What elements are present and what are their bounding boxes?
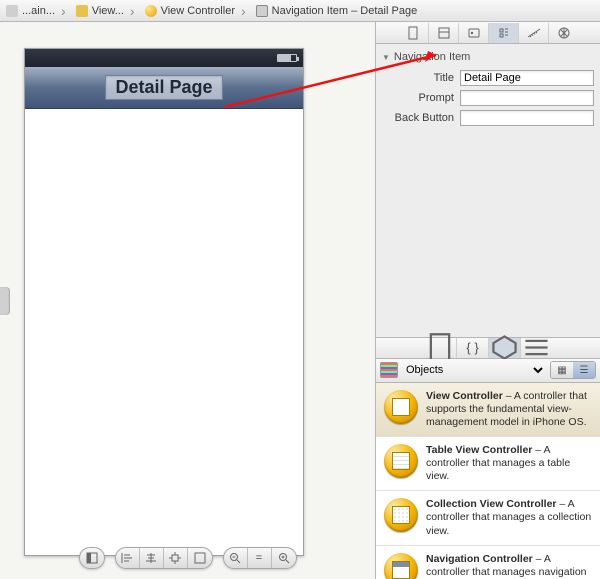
title-label: Title xyxy=(382,72,454,84)
zoom-actual-button[interactable]: = xyxy=(248,548,272,568)
zoom-out-button[interactable] xyxy=(224,548,248,568)
ib-canvas[interactable]: = xyxy=(0,22,376,579)
attributes-inspector-tab[interactable] xyxy=(488,23,518,43)
library-palette-icon xyxy=(380,362,398,378)
library-item-navigation-controller[interactable]: Navigation Controller – A controller tha… xyxy=(376,546,600,579)
navigation-bar[interactable] xyxy=(25,67,303,109)
prompt-label: Prompt xyxy=(382,92,454,104)
media-library-tab[interactable] xyxy=(520,338,552,358)
scene-icon xyxy=(76,5,88,17)
breadcrumb-label: Navigation Item – Detail Page xyxy=(272,5,418,17)
attributes-inspector: Navigation Item Title Prompt Back Button xyxy=(376,44,600,140)
file-template-library-tab[interactable] xyxy=(424,338,456,358)
viewcontroller-icon xyxy=(145,5,157,17)
library-grid-view-button[interactable]: ▦ xyxy=(551,362,573,378)
inspector-tab-bar xyxy=(376,22,600,44)
breadcrumb-label: ...ain... xyxy=(22,5,55,17)
library-item-title: Collection View Controller xyxy=(426,498,557,510)
battery-icon xyxy=(277,54,297,62)
navigation-title-field[interactable] xyxy=(105,75,223,100)
align-center-button[interactable] xyxy=(140,548,164,568)
breadcrumb-seg-vc[interactable]: View Controller xyxy=(139,0,250,21)
connections-inspector-tab[interactable] xyxy=(548,23,578,43)
quick-help-tab[interactable] xyxy=(428,23,458,43)
back-button-label: Back Button xyxy=(382,112,454,124)
library-item-collection-view-controller[interactable]: Collection View Controller – A controlle… xyxy=(376,491,600,545)
breadcrumb-label: View Controller xyxy=(161,5,235,17)
section-title: Navigation Item xyxy=(394,51,470,63)
breadcrumb-seg-navitem[interactable]: Navigation Item – Detail Page xyxy=(250,0,428,21)
navigation-controller-icon xyxy=(384,553,418,579)
file-inspector-tab[interactable] xyxy=(398,23,428,43)
align-left-button[interactable] xyxy=(116,548,140,568)
storyboard-icon xyxy=(6,5,18,17)
toggle-outline-button[interactable] xyxy=(80,548,104,568)
document-outline-toggle[interactable] xyxy=(0,287,10,315)
breadcrumb-label: View... xyxy=(92,5,124,17)
library-item-title: Navigation Controller xyxy=(426,553,533,565)
library-item-table-view-controller[interactable]: Table View Controller – A controller tha… xyxy=(376,437,600,491)
zoom-in-button[interactable] xyxy=(272,548,296,568)
code-snippet-library-tab[interactable]: { } xyxy=(456,338,488,358)
library-item-title: View Controller xyxy=(426,390,503,402)
navitem-icon xyxy=(256,5,268,17)
simulated-scene[interactable] xyxy=(24,48,304,556)
size-inspector-tab[interactable] xyxy=(518,23,548,43)
identity-inspector-tab[interactable] xyxy=(458,23,488,43)
prompt-field[interactable] xyxy=(460,90,594,106)
canvas-toolbar: = xyxy=(79,547,297,569)
library-item-title: Table View Controller xyxy=(426,444,532,456)
status-bar xyxy=(25,49,303,67)
breadcrumb-seg-storyboard[interactable]: ...ain... xyxy=(0,0,70,21)
table-view-controller-icon xyxy=(384,444,418,478)
breadcrumb[interactable]: ...ain... View... View Controller Naviga… xyxy=(0,0,600,22)
pin-button[interactable] xyxy=(164,548,188,568)
object-library-list[interactable]: View Controller – A controller that supp… xyxy=(376,383,600,579)
title-field[interactable] xyxy=(460,70,594,86)
library-list-view-button[interactable]: ☰ xyxy=(573,362,595,378)
library-filter-bar: Objects ▦ ☰ xyxy=(376,359,600,383)
library-item-view-controller[interactable]: View Controller – A controller that supp… xyxy=(376,383,600,437)
back-button-field[interactable] xyxy=(460,110,594,126)
collection-view-controller-icon xyxy=(384,498,418,532)
section-header-navigation-item[interactable]: Navigation Item xyxy=(376,48,600,66)
utilities-panel: Navigation Item Title Prompt Back Button… xyxy=(376,22,600,579)
resolve-issues-button[interactable] xyxy=(188,548,212,568)
view-controller-icon xyxy=(384,390,418,424)
breadcrumb-seg-scene[interactable]: View... xyxy=(70,0,139,21)
library-tab-bar: { } xyxy=(376,337,600,359)
library-filter-select[interactable]: Objects xyxy=(402,363,546,377)
object-library-tab[interactable] xyxy=(488,338,520,358)
